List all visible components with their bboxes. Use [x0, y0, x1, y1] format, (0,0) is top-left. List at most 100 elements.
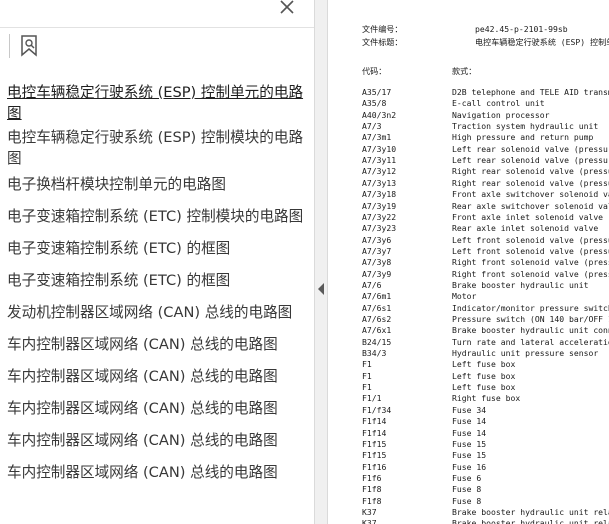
component-description: Brake booster hydraulic unit connector [452, 325, 609, 336]
component-code: A7/3y7 [362, 245, 392, 256]
bookmark-item[interactable]: 车内控制器区域网络 (CAN) 总线的电路图 [7, 366, 309, 387]
component-code: A7/6x1 [362, 325, 392, 336]
bookmarks-panel: 电控车辆稳定行驶系统 (ESP) 控制单元的电路图 电控车辆稳定行驶系统 (ES… [0, 0, 314, 524]
bookmark-item[interactable]: 电子变速箱控制系统 (ETC) 的框图 [7, 270, 309, 291]
component-code: F1/1 [362, 393, 382, 404]
component-description: Fuse 34 [452, 404, 487, 415]
component-code: K37 [362, 518, 377, 524]
component-description: Indicator/monitor pressure switch [452, 302, 609, 313]
component-code: F1/f34 [362, 404, 392, 415]
component-code: A40/3n2 [362, 109, 397, 120]
component-description: High pressure and return pump [452, 132, 594, 143]
file-title-value: 电控车辆稳定行驶系统 (ESP) 控制单元的电路图 [475, 37, 609, 47]
component-description: Left fuse box [452, 370, 516, 381]
component-code: A7/3y19 [362, 200, 397, 211]
component-code: A7/6s1 [362, 302, 392, 313]
bookmark-item[interactable]: 电控车辆稳定行驶系统 (ESP) 控制单元的电路图 [7, 82, 309, 124]
component-description: Turn rate and lateral acceleration [452, 336, 609, 347]
component-description: Right fuse box [452, 393, 521, 404]
component-code: F1f14 [362, 416, 387, 427]
component-description: Left rear solenoid valve (pressure [452, 143, 609, 154]
component-code: K37 [362, 506, 377, 517]
component-description: D2B telephone and TELE AID transmitter [452, 87, 609, 97]
component-description: Left front solenoid valve (pressure [452, 234, 609, 245]
component-description: Fuse 8 [452, 484, 482, 495]
component-code: A7/6s2 [362, 314, 392, 324]
bookmark-item[interactable]: 电子换档杆模块控制单元的电路图 [7, 174, 309, 195]
close-icon [280, 0, 294, 14]
bookmark-item[interactable]: 车内控制器区域网络 (CAN) 总线的电路图 [7, 430, 309, 451]
component-code: A7/6m1 [362, 291, 392, 302]
toolbar-divider [9, 34, 10, 58]
collapse-panel-handle[interactable] [314, 0, 328, 524]
bookmark-item[interactable]: 车内控制器区域网络 (CAN) 总线的电路图 [7, 334, 309, 355]
component-code: F1f8 [362, 495, 382, 506]
component-code: A7/3m1 [362, 132, 392, 143]
toolbar-separator [0, 27, 314, 28]
component-code: F1f16 [362, 461, 387, 472]
component-description: Brake booster hydraulic unit relay [452, 518, 609, 524]
component-code: A7/6 [362, 279, 382, 290]
component-description: Fuse 16 [452, 461, 487, 472]
component-code: F1 [362, 359, 372, 370]
bookmark-item[interactable]: 电控车辆稳定行驶系统 (ESP) 控制模块的电路图 [7, 127, 309, 169]
bookmark-item[interactable]: 电子变速箱控制系统 (ETC) 控制模块的电路图 [7, 206, 309, 227]
collapse-left-icon [318, 283, 324, 295]
component-code: B24/15 [362, 336, 392, 347]
bookmark-item[interactable]: 车内控制器区域网络 (CAN) 总线的电路图 [7, 398, 309, 419]
component-code: F1f6 [362, 472, 382, 483]
component-code: F1f8 [362, 484, 382, 495]
component-code: A7/3y8 [362, 257, 392, 268]
bookmark-item[interactable]: 车内控制器区域网络 (CAN) 总线的电路图 [7, 462, 309, 483]
component-code: F1 [362, 370, 372, 381]
description-column-header: 款式： [452, 66, 477, 76]
close-panel-button[interactable] [275, 0, 299, 18]
component-code: A7/3y6 [362, 234, 392, 245]
component-description: Motor [452, 291, 477, 302]
component-description: Fuse 15 [452, 450, 487, 461]
component-description: Front axle switchover solenoid valve [452, 189, 609, 200]
file-title-label: 文件标题： [362, 37, 403, 47]
component-description: Fuse 15 [452, 438, 487, 449]
component-description: Rear axle inlet solenoid valve [452, 223, 599, 234]
component-code: A7/3y11 [362, 155, 397, 166]
bookmark-search-icon [21, 35, 37, 57]
code-column-header: 代码： [362, 66, 387, 76]
component-code: F1f15 [362, 438, 387, 449]
component-description: Navigation processor [452, 109, 550, 120]
component-description: Brake booster hydraulic unit [452, 279, 589, 290]
file-number-label: 文件编号： [362, 24, 403, 34]
component-code: A35/8 [362, 98, 387, 109]
component-code: B34/3 [362, 348, 387, 359]
component-description: Left front solenoid valve (pressure [452, 245, 609, 256]
component-description: Traction system hydraulic unit [452, 121, 599, 132]
component-description: Pressure switch (ON 140 bar/OFF 180 [452, 314, 609, 324]
component-description: Fuse 6 [452, 472, 482, 483]
component-description: Right front solenoid valve (pressure [452, 257, 609, 268]
component-description: Brake booster hydraulic unit relay [452, 506, 609, 517]
component-code: A7/3y18 [362, 189, 397, 200]
component-code: A7/3y9 [362, 268, 392, 279]
component-code: A35/17 [362, 87, 392, 97]
component-description: Right rear solenoid valve (pressure [452, 166, 609, 177]
component-code: A7/3y13 [362, 177, 397, 188]
component-code: A7/3y23 [362, 223, 397, 234]
bookmark-search-button[interactable] [18, 33, 42, 59]
bookmark-item[interactable]: 发动机控制器区域网络 (CAN) 总线的电路图 [7, 302, 309, 323]
component-code: A7/3y10 [362, 143, 397, 154]
component-description: E-call control unit [452, 98, 545, 109]
bookmark-item[interactable]: 电子变速箱控制系统 (ETC) 的框图 [7, 238, 309, 259]
component-description: Left fuse box [452, 359, 516, 370]
file-number-value: pe42.45-p-2101-99sb [475, 24, 568, 34]
component-description: Right front solenoid valve (pressure [452, 268, 609, 279]
component-description: Fuse 14 [452, 427, 487, 438]
component-code: A7/3 [362, 121, 382, 132]
component-code: F1f15 [362, 450, 387, 461]
component-code: A7/3y12 [362, 166, 397, 177]
component-code: F1 [362, 382, 372, 393]
component-description: Front axle inlet solenoid valve [452, 211, 604, 222]
component-code: A7/3y22 [362, 211, 397, 222]
component-code: F1f14 [362, 427, 387, 438]
component-description: Rear axle switchover solenoid valve [452, 200, 609, 211]
component-description: Left rear solenoid valve (pressure [452, 155, 609, 166]
